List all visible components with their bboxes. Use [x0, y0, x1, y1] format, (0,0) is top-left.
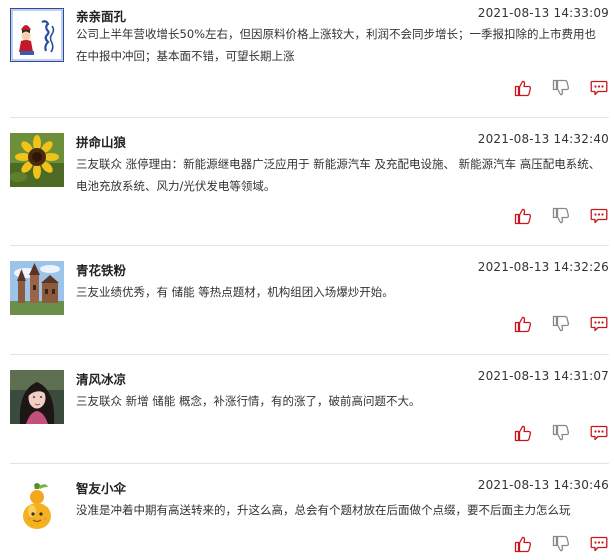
post-content: 三友联众 涨停理由：新能源继电器广泛应用于 新能源汽车 及充配电设施、 新能源汽… [76, 157, 601, 193]
comment-icon [590, 425, 608, 441]
comment-button[interactable] [589, 206, 609, 226]
post-time: 2021-08-13 14:30:46 [477, 478, 609, 492]
username[interactable]: 青花铁粉 [76, 260, 126, 279]
post-time: 2021-08-13 14:32:40 [477, 132, 609, 146]
comment-button[interactable] [589, 314, 609, 334]
comment-icon [590, 316, 608, 332]
comment-post: 亲亲面孔 2021-08-13 14:33:09 公司上半年营收增长50%左右，… [0, 0, 614, 117]
thumbs-up-icon [514, 425, 532, 442]
mongolian-figure-avatar-image [10, 8, 64, 62]
dislike-button[interactable] [551, 423, 571, 443]
avatar[interactable] [10, 261, 64, 315]
dislike-button[interactable] [551, 78, 571, 98]
avatar[interactable] [10, 370, 64, 424]
like-button[interactable] [513, 423, 533, 443]
portrait-avatar-image [10, 370, 64, 424]
like-button[interactable] [513, 78, 533, 98]
thumbs-down-icon [552, 535, 570, 552]
comment-icon [590, 208, 608, 224]
post-actions [513, 534, 609, 554]
comment-post: 青花铁粉 2021-08-13 14:32:26 三友业绩优秀，有 储能 等热点… [0, 246, 614, 354]
post-content: 三友业绩优秀，有 储能 等热点题材，机构组团入场爆炒开始。 [76, 285, 394, 299]
thumbs-down-icon [552, 315, 570, 332]
like-button[interactable] [513, 206, 533, 226]
dislike-button[interactable] [551, 314, 571, 334]
post-actions [513, 78, 609, 98]
post-content: 公司上半年营收增长50%左右，但因原料价格上涨较大，利润不会同步增长；一季报扣除… [76, 27, 597, 63]
comment-button[interactable] [589, 534, 609, 554]
thumbs-up-icon [514, 80, 532, 97]
comment-icon [590, 536, 608, 552]
avatar[interactable] [10, 133, 64, 187]
post-actions [513, 206, 609, 226]
thumbs-down-icon [552, 207, 570, 224]
thumbs-up-icon [514, 208, 532, 225]
dislike-button[interactable] [551, 206, 571, 226]
post-content: 三友联众 新增 储能 概念，补涨行情，有的涨了，破前高问题不大。 [76, 394, 421, 408]
post-time: 2021-08-13 14:32:26 [477, 260, 609, 274]
post-time: 2021-08-13 14:31:07 [477, 369, 609, 383]
post-content: 没准是冲着中期有高送转来的，升这么高，总会有个题材放在后面做个点缀，要不后面主力… [76, 503, 571, 517]
comment-post: 智友小伞 2021-08-13 14:30:46 没准是冲着中期有高送转来的，升… [0, 464, 614, 560]
username[interactable]: 智友小伞 [76, 478, 126, 497]
comment-post: 清风冰凉 2021-08-13 14:31:07 三友联众 新增 储能 概念，补… [0, 355, 614, 463]
username[interactable]: 拼命山狼 [76, 132, 126, 151]
like-button[interactable] [513, 314, 533, 334]
thumbs-up-icon [514, 536, 532, 553]
comment-feed: 亲亲面孔 2021-08-13 14:33:09 公司上半年营收增长50%左右，… [0, 0, 614, 560]
gourd-avatar-image [10, 479, 64, 533]
thumbs-down-icon [552, 79, 570, 96]
username[interactable]: 清风冰凉 [76, 369, 126, 388]
avatar[interactable] [10, 479, 64, 533]
post-actions [513, 314, 609, 334]
sunflower-avatar-image [10, 133, 64, 187]
post-actions [513, 423, 609, 443]
comment-button[interactable] [589, 423, 609, 443]
comment-post: 拼命山狼 2021-08-13 14:32:40 三友联众 涨停理由：新能源继电… [0, 118, 614, 245]
dislike-button[interactable] [551, 534, 571, 554]
thumbs-up-icon [514, 316, 532, 333]
post-time: 2021-08-13 14:33:09 [477, 6, 609, 20]
like-button[interactable] [513, 534, 533, 554]
comment-icon [590, 80, 608, 96]
castle-avatar-image [10, 261, 64, 315]
avatar[interactable] [10, 8, 64, 62]
comment-button[interactable] [589, 78, 609, 98]
thumbs-down-icon [552, 424, 570, 441]
